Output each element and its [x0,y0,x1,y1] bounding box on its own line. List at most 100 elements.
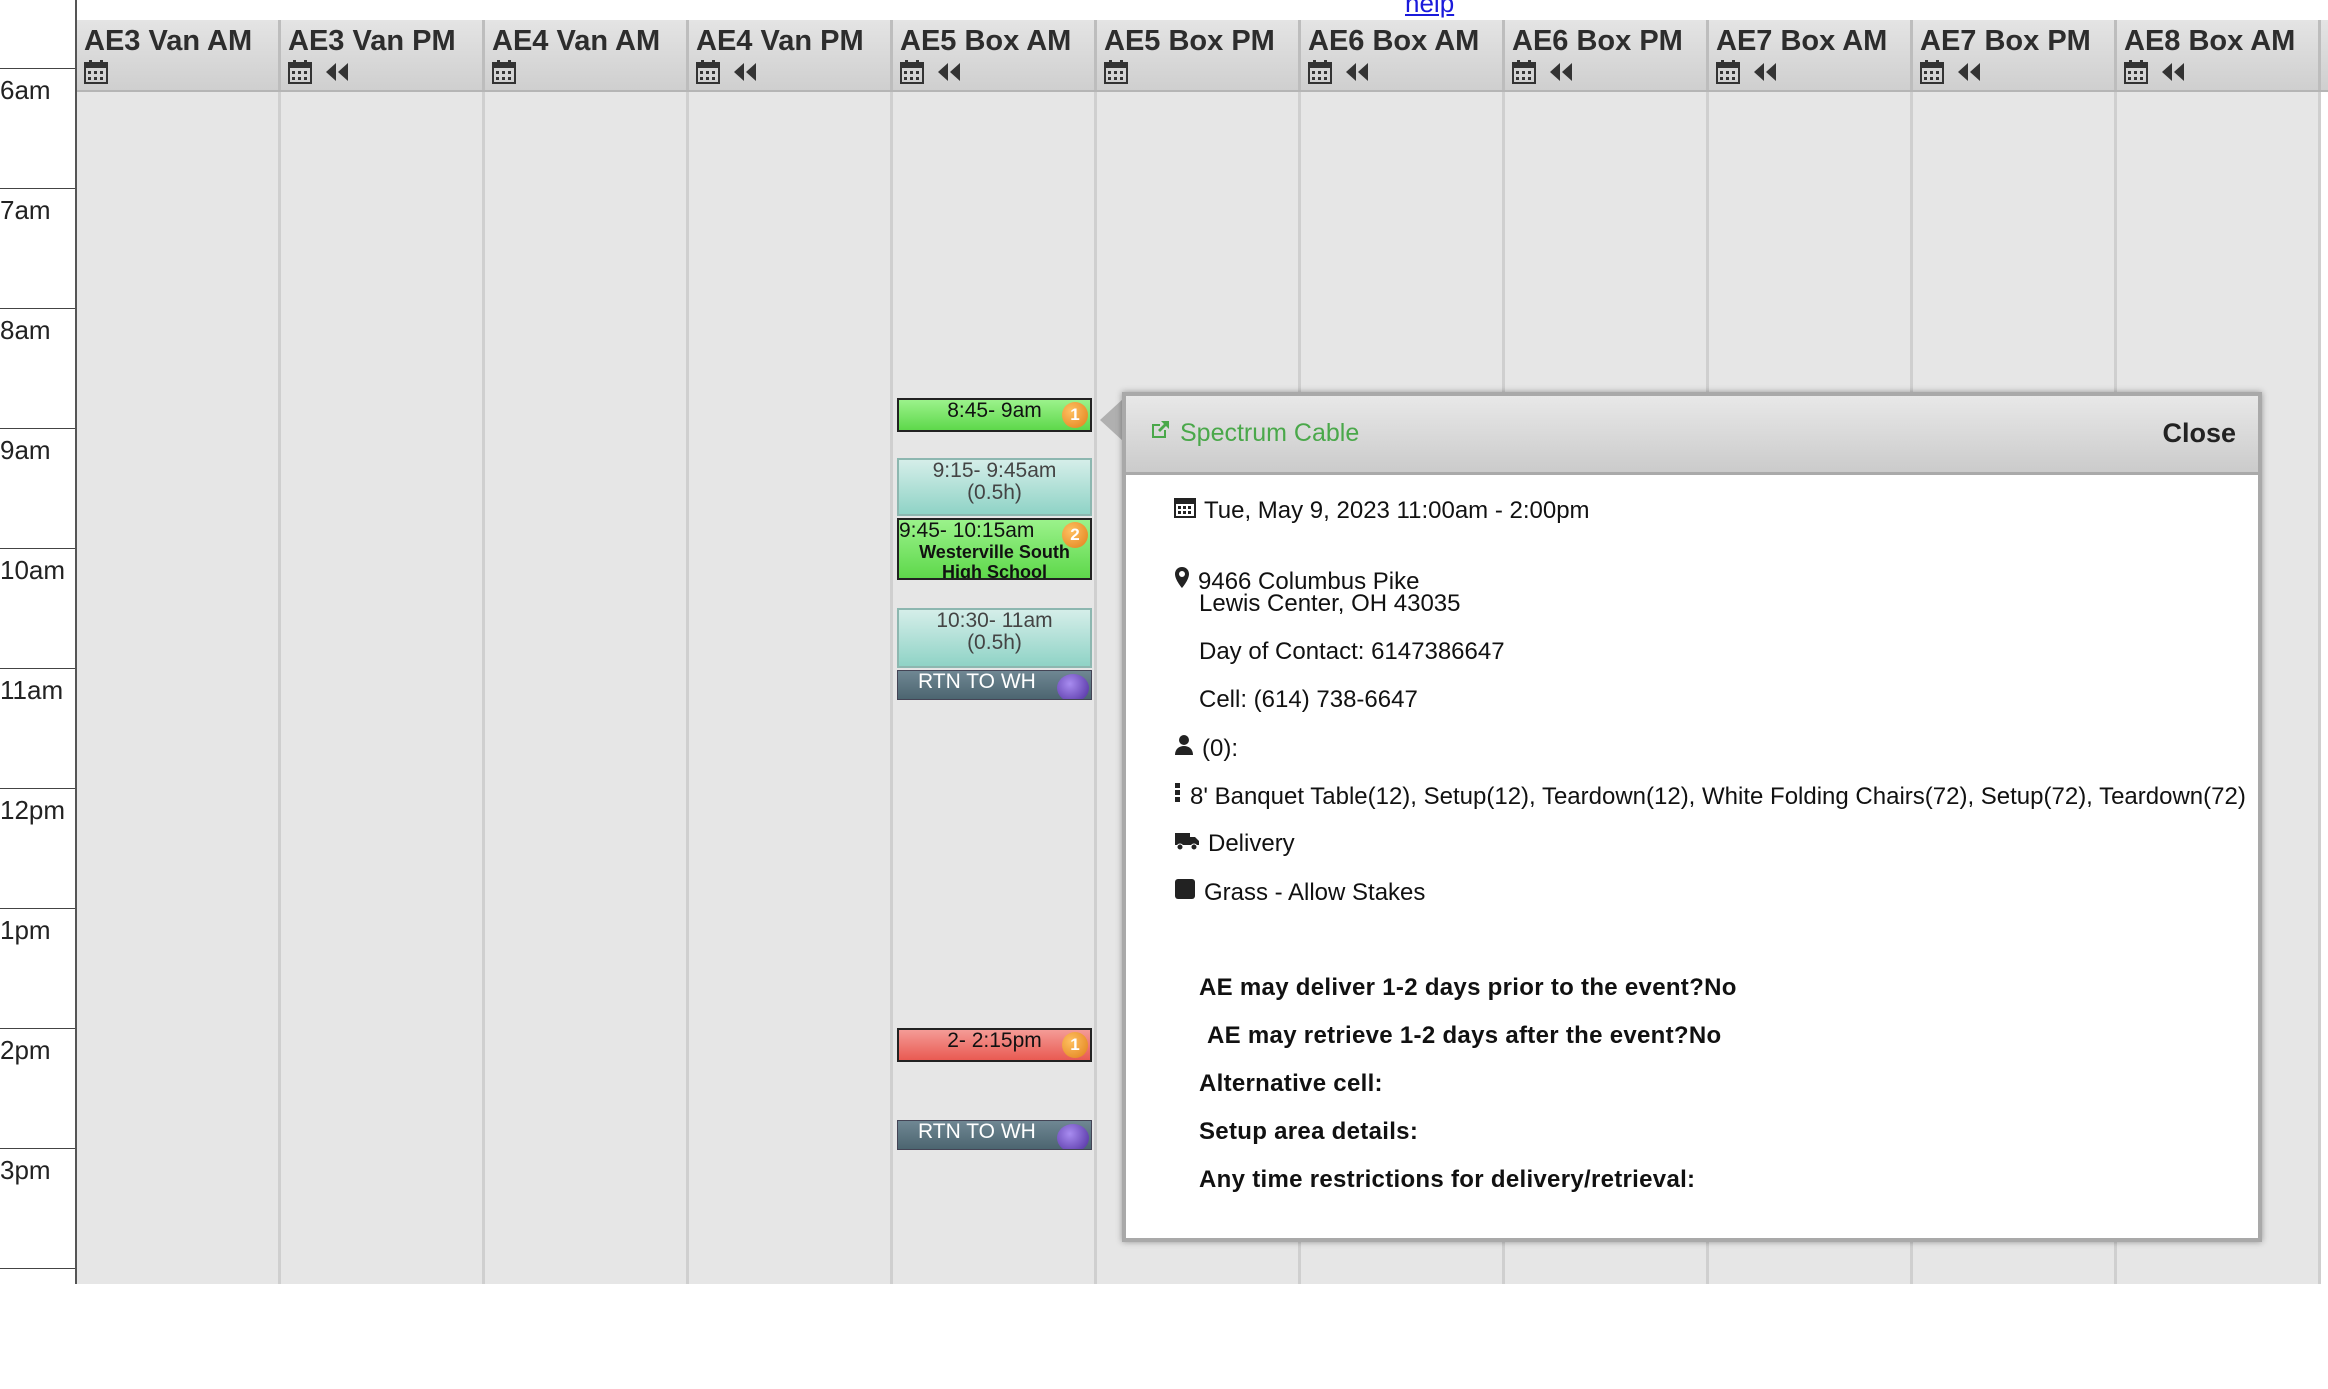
column-header: AE4 Van PM [689,20,893,90]
time-slot: 10am [0,548,75,669]
calendar-icon[interactable] [900,60,924,84]
column-header-icons [1716,58,1910,86]
customer-link[interactable]: Spectrum Cable [1148,418,1359,449]
column-header: AE5 Box PM [1097,20,1301,90]
column-header-icons [84,58,278,86]
time-label: 7am [0,195,51,225]
column-title[interactable]: AE4 Van PM [696,26,890,56]
rewind-icon[interactable] [2160,61,2186,83]
event-count-badge: 2 [1062,522,1088,548]
calendar-icon[interactable] [1920,60,1944,84]
return-to-warehouse-block[interactable]: RTN TO WH [897,1120,1092,1150]
rewind-icon[interactable] [936,61,962,83]
schedule-column[interactable] [689,92,893,1284]
calendar-icon[interactable] [84,60,108,84]
column-title[interactable]: AE7 Box AM [1716,26,1910,56]
people-count: (0): [1202,734,1238,762]
schedule-column[interactable] [281,92,485,1284]
schedule-column[interactable] [77,92,281,1284]
column-header-icons [696,58,890,86]
cell-phone: Cell: (614) 738-6647 [1199,686,1418,713]
calendar-icon[interactable] [2124,60,2148,84]
event-block[interactable]: 8:45- 9am 1 [897,398,1092,432]
calendar-icon[interactable] [1512,60,1536,84]
rewind-icon[interactable] [324,61,350,83]
time-label: 1pm [0,915,51,945]
event-block[interactable]: 9:45- 10:15am Westerville South High Sch… [897,518,1092,580]
column-title[interactable]: AE6 Box PM [1512,26,1706,56]
user-icon [1174,734,1194,763]
calendar-icon[interactable] [1308,60,1332,84]
column-title[interactable]: AE3 Van PM [288,26,482,56]
list-icon [1174,782,1182,811]
close-button[interactable]: Close [2162,418,2236,449]
column-header-icons [492,58,686,86]
popover-header: Spectrum Cable Close [1126,396,2258,475]
calendar-icon[interactable] [288,60,312,84]
column-title[interactable]: AE4 Van AM [492,26,686,56]
event-datetime: Tue, May 9, 2023 11:00am - 2:00pm [1204,496,1590,524]
time-label: 2pm [0,1035,51,1065]
column-title[interactable]: AE6 Box AM [1308,26,1502,56]
time-slot: 6am [0,68,75,189]
column-header-icons [900,58,1094,86]
column-header-icons [288,58,482,86]
surface-type: Grass - Allow Stakes [1204,878,1426,906]
cell-row: Cell: (614) 738-6647 [1174,686,1418,714]
column-title[interactable]: AE7 Box PM [1920,26,2114,56]
time-slot: 11am [0,668,75,789]
rental-items: 8' Banquet Table(12), Setup(12), Teardow… [1190,782,2246,810]
help-link[interactable]: help [1405,0,1454,19]
rewind-icon[interactable] [1548,61,1574,83]
time-slot: 12pm [0,788,75,909]
day-contact: Day of Contact: 6147386647 [1199,638,1505,665]
calendar-icon[interactable] [492,60,516,84]
column-title[interactable]: AE3 Van AM [84,26,278,56]
column-header: AE4 Van AM [485,20,689,90]
column-header-icons [1104,58,1298,86]
popover-title: Spectrum Cable [1180,419,1360,447]
event-block[interactable]: 2- 2:15pm 1 [897,1028,1092,1062]
time-gutter: 6am 7am 8am 9am 10am 11am 12pm 1pm 2pm 3… [0,0,77,1284]
column-header: AE3 Van AM [77,20,281,90]
time-label: 9am [0,435,51,465]
rewind-icon[interactable] [1752,61,1778,83]
column-header: AE6 Box PM [1505,20,1709,90]
rewind-icon[interactable] [1956,61,1982,83]
delivery-type: Delivery [1208,830,1295,857]
calendar-icon[interactable] [1104,60,1128,84]
status-orb-icon [1057,674,1089,699]
time-label: 8am [0,315,51,345]
event-block[interactable]: 9:15- 9:45am (0.5h) [897,458,1092,516]
event-duration: (0.5h) [967,631,1022,654]
column-title[interactable]: AE8 Box AM [2124,26,2318,56]
event-count-badge: 1 [1062,402,1088,428]
rewind-icon[interactable] [732,61,758,83]
external-link-icon [1148,418,1172,449]
calendar-icon[interactable] [1716,60,1740,84]
event-name: Westerville South High School [919,542,1070,580]
column-header-icons [1920,58,2114,86]
event-time: 10:30- 11am [936,609,1053,632]
rewind-icon[interactable] [1344,61,1370,83]
time-slot [0,1268,75,1389]
question-time-restrictions: Any time restrictions for delivery/retri… [1199,1166,1696,1193]
schedule-column[interactable] [485,92,689,1284]
question-retrieve: AE may retrieve 1-2 days after the event… [1207,1022,1722,1049]
question-deliver: AE may deliver 1-2 days prior to the eve… [1199,974,1737,1001]
event-count-badge: 1 [1062,1032,1088,1058]
time-label: 11am [0,675,64,705]
event-time: 2- 2:15pm [947,1029,1042,1052]
surface-row: Grass - Allow Stakes [1174,878,1425,907]
calendar-icon[interactable] [696,60,720,84]
column-title[interactable]: AE5 Box PM [1104,26,1298,56]
column-header: AE3 Van PM [281,20,485,90]
column-title[interactable]: AE5 Box AM [900,26,1094,56]
event-time: 8:45- 9am [947,399,1042,422]
return-to-warehouse-block[interactable]: RTN TO WH [897,670,1092,700]
items-row: 8' Banquet Table(12), Setup(12), Teardow… [1174,782,2246,811]
event-block[interactable]: 10:30- 11am (0.5h) [897,608,1092,668]
event-duration: (0.5h) [967,481,1022,504]
column-header-icons [1512,58,1706,86]
column-header: AE7 Box AM [1709,20,1913,90]
